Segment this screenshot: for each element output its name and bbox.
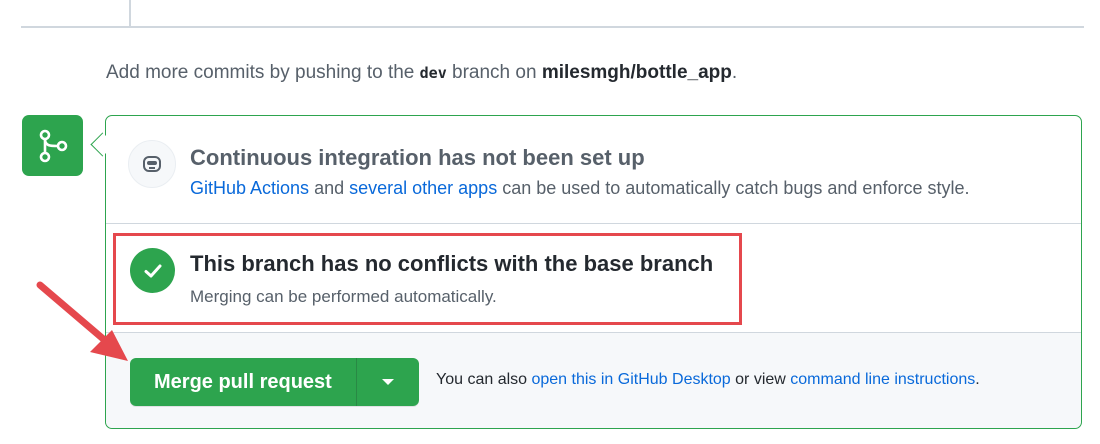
merge-pull-request-button[interactable]: Merge pull request (130, 358, 357, 406)
repo-name: milesmgh/bottle_app (541, 62, 732, 83)
ci-icon-container (128, 140, 176, 188)
check-icon (144, 264, 161, 277)
command-line-instructions-link[interactable]: command line instructions (790, 371, 975, 388)
ci-title: Continuous integration has not been set … (190, 145, 645, 170)
merge-options-dropdown[interactable] (356, 358, 419, 406)
robot-icon (143, 156, 161, 172)
git-merge-icon (39, 129, 67, 162)
push-hint: Add more commits by pushing to the dev b… (106, 62, 737, 84)
open-in-desktop-link[interactable]: open this in GitHub Desktop (531, 371, 730, 388)
also-prefix: You can also (436, 371, 532, 388)
merge-actions-section: Merge pull request You can also open thi… (106, 333, 1081, 428)
conflicts-section: This branch has no conflicts with the ba… (106, 224, 1081, 333)
other-apps-link[interactable]: several other apps (349, 178, 497, 198)
git-merge-badge (22, 115, 83, 176)
timeline-line (129, 0, 131, 26)
highlight-annotation-box (113, 233, 742, 325)
github-actions-link[interactable]: GitHub Actions (190, 178, 309, 198)
merge-button-group: Merge pull request (130, 358, 419, 406)
conflicts-description: Merging can be performed automatically. (190, 287, 497, 306)
ci-description: GitHub Actions and several other apps ca… (190, 178, 969, 199)
triangle-down-icon (381, 379, 394, 385)
hint-suffix: . (731, 62, 738, 83)
hint-middle: branch on (446, 62, 542, 83)
annotation-arrow (36, 281, 128, 361)
hint-prefix: Add more commits by pushing to the (106, 62, 420, 83)
ci-and-text: and (309, 178, 350, 198)
ci-rest-text: can be used to automatically catch bugs … (497, 178, 970, 198)
or-view-text: or view (730, 371, 791, 388)
branch-name: dev (419, 64, 447, 82)
ci-section: Continuous integration has not been set … (106, 116, 1081, 224)
merge-box: Continuous integration has not been set … (105, 115, 1082, 429)
merge-alternatives-text: You can also open this in GitHub Desktop… (436, 371, 980, 389)
also-suffix: . (975, 371, 980, 388)
timeline-divider (21, 26, 1084, 28)
conflicts-title: This branch has no conflicts with the ba… (190, 251, 714, 276)
